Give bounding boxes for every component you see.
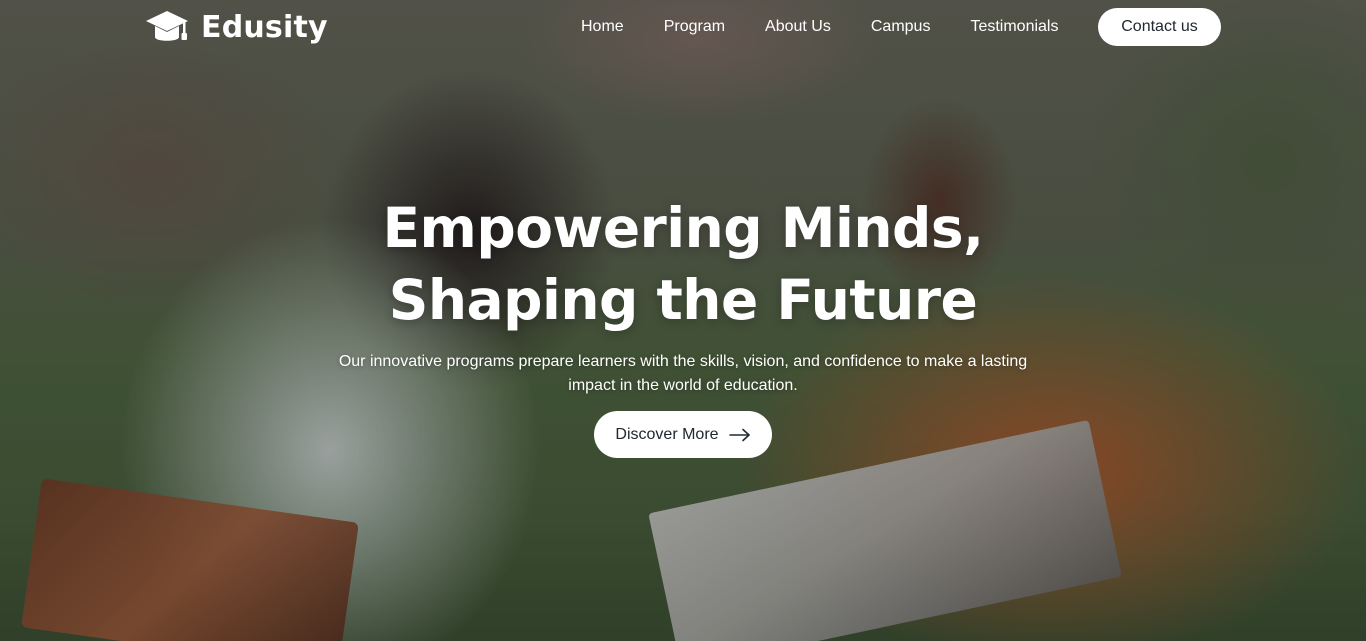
contact-us-button[interactable]: Contact us bbox=[1098, 8, 1221, 46]
top-navbar: Edusity Home Program About Us Campus Tes… bbox=[0, 0, 1366, 56]
nav-item-testimonials[interactable]: Testimonials bbox=[970, 17, 1058, 37]
hero-headline: Empowering Minds, Shaping the Future bbox=[382, 196, 984, 332]
nav-item-program[interactable]: Program bbox=[664, 17, 725, 37]
logo[interactable]: Edusity bbox=[145, 8, 328, 48]
graduation-cap-icon bbox=[145, 9, 189, 47]
hero-section: Edusity Home Program About Us Campus Tes… bbox=[0, 0, 1366, 641]
discover-more-button[interactable]: Discover More bbox=[594, 411, 772, 458]
hero-subtext: Our innovative programs prepare learners… bbox=[338, 353, 1028, 394]
brand-name: Edusity bbox=[201, 10, 328, 45]
arrow-right-icon bbox=[728, 428, 751, 442]
nav-item-about-us[interactable]: About Us bbox=[765, 17, 831, 37]
nav-item-home[interactable]: Home bbox=[581, 17, 624, 37]
nav-item-campus[interactable]: Campus bbox=[871, 17, 931, 37]
discover-more-label: Discover More bbox=[615, 425, 719, 443]
hero-content: Empowering Minds, Shaping the Future Our… bbox=[0, 192, 1366, 398]
nav-menu: Home Program About Us Campus Testimonial… bbox=[581, 17, 1058, 37]
